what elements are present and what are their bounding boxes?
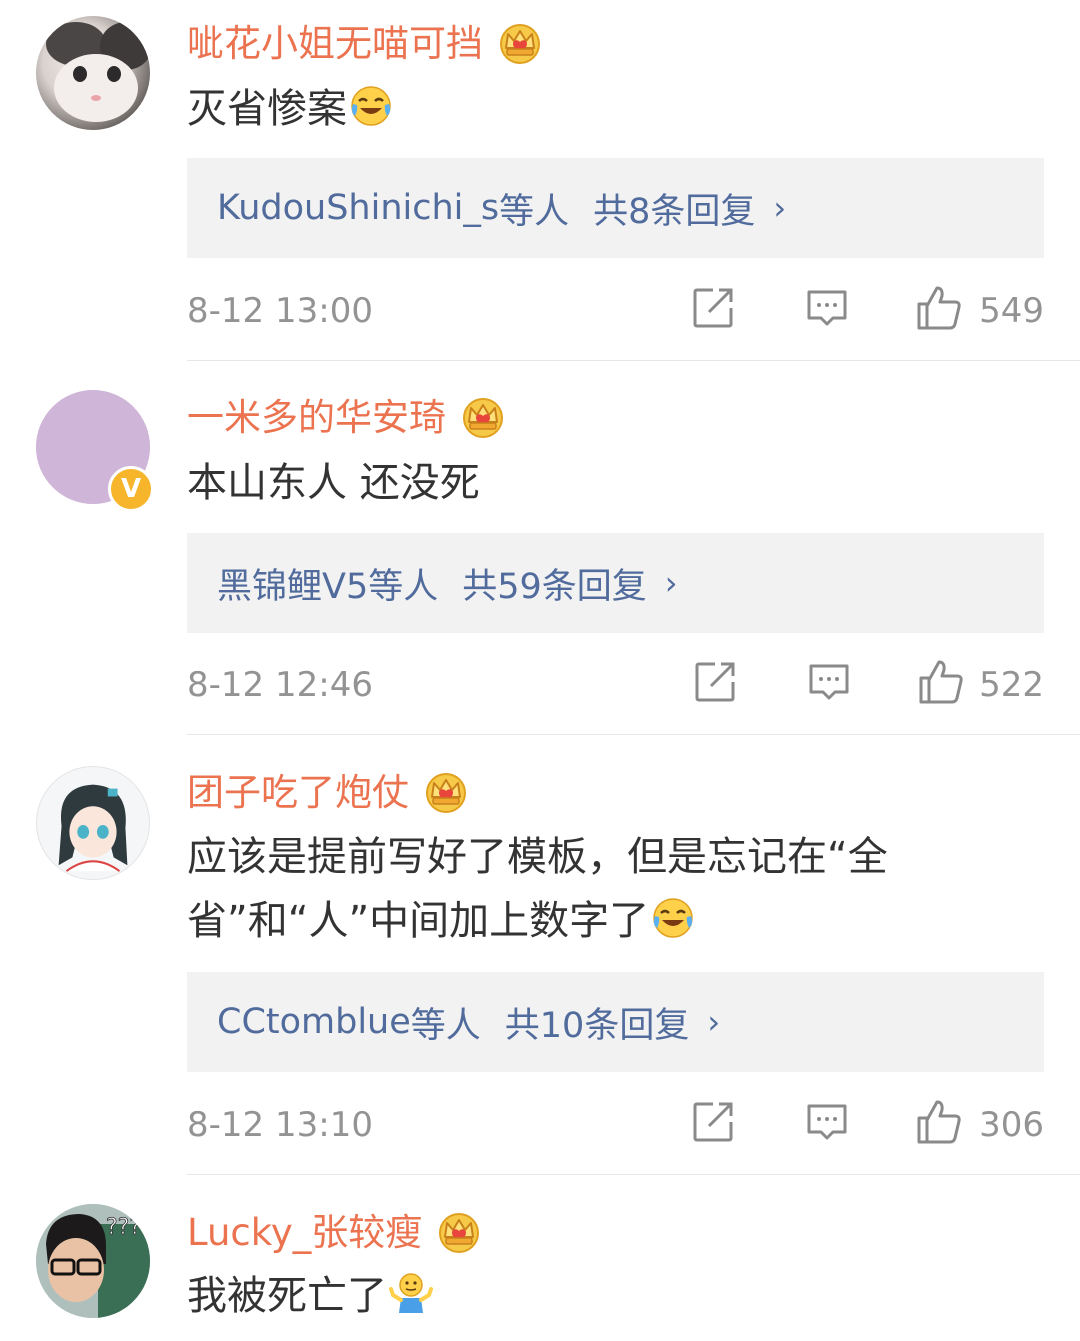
- username[interactable]: 呲花小姐无喵可挡: [187, 22, 543, 64]
- reply-count[interactable]: 共10条回复: [505, 997, 690, 1048]
- comment-text: 我被死亡了: [187, 1264, 1007, 1328]
- chevron-right-icon: ›: [773, 189, 787, 227]
- share-icon[interactable]: [693, 660, 737, 704]
- timestamp: 8-12 13:10: [187, 1105, 373, 1145]
- comment-text-content: 灭省惨案: [187, 86, 347, 132]
- share-icon[interactable]: [691, 1100, 735, 1144]
- like-count[interactable]: 522: [979, 660, 1044, 710]
- avatar[interactable]: [36, 16, 150, 130]
- crown-badge-icon: [436, 1211, 482, 1253]
- avatar[interactable]: ???: [36, 1204, 150, 1318]
- username[interactable]: 团子吃了炮仗: [187, 771, 469, 813]
- reply-users[interactable]: 黑锦鲤V5: [217, 558, 368, 609]
- comment-icon[interactable]: [807, 660, 851, 704]
- comment-text: 本山东人 还没死: [187, 451, 1007, 515]
- reply-count[interactable]: 共59条回复: [462, 558, 647, 609]
- crown-badge-icon: [423, 771, 469, 813]
- thumbs-up-icon[interactable]: [915, 284, 963, 332]
- shrug-emoji-icon: [389, 1271, 433, 1315]
- laugh-cry-emoji-icon: [651, 896, 695, 940]
- username-text[interactable]: Lucky_张较瘦: [187, 1214, 422, 1251]
- comment-text: 灭省惨案: [187, 77, 1007, 141]
- username-text[interactable]: 呲花小姐无喵可挡: [187, 25, 483, 62]
- timestamp: 8-12 12:46: [187, 665, 373, 705]
- svg-text:???: ???: [106, 1215, 141, 1240]
- like-count[interactable]: 549: [979, 286, 1044, 336]
- replies-summary[interactable]: KudouShinichi_s 等人 共8条回复 ›: [187, 158, 1044, 258]
- divider: [187, 734, 1080, 735]
- thumbs-up-icon[interactable]: [915, 1098, 963, 1146]
- comment-icon[interactable]: [805, 286, 849, 330]
- reply-users-suffix: 等人: [499, 191, 570, 232]
- username-text[interactable]: 团子吃了炮仗: [187, 774, 409, 811]
- replies-summary[interactable]: 黑锦鲤V5 等人 共59条回复 ›: [187, 533, 1044, 633]
- timestamp: 8-12 13:00: [187, 291, 373, 331]
- username-text[interactable]: 一米多的华安琦: [187, 399, 446, 436]
- comment-text-content: 本山东人 还没死: [187, 460, 480, 506]
- thumbs-up-icon[interactable]: [917, 658, 965, 706]
- comment-text: 应该是提前写好了模板，但是忘记在“全省”和“人”中间加上数字了: [187, 825, 977, 953]
- crown-badge-icon: [460, 396, 506, 438]
- comment-footer: 8-12 12:46 522: [187, 660, 1044, 710]
- share-icon[interactable]: [691, 286, 735, 330]
- comment-icon[interactable]: [805, 1100, 849, 1144]
- laugh-cry-emoji-icon: [349, 84, 393, 128]
- divider: [187, 360, 1080, 361]
- comment-footer: 8-12 13:00 549: [187, 286, 1044, 336]
- replies-summary[interactable]: CCtomblue 等人 共10条回复 ›: [187, 972, 1044, 1072]
- username[interactable]: Lucky_张较瘦: [187, 1211, 482, 1253]
- comment-text-content: 应该是提前写好了模板，但是忘记在“全省”和“人”中间加上数字了: [187, 834, 888, 944]
- reply-users[interactable]: KudouShinichi_s: [217, 188, 499, 228]
- comment-footer: 8-12 13:10 306: [187, 1100, 1044, 1150]
- reply-users[interactable]: CCtomblue: [217, 1002, 411, 1042]
- comment-text-content: 我被死亡了: [187, 1273, 387, 1319]
- reply-count[interactable]: 共8条回复: [593, 183, 755, 234]
- chevron-right-icon: ›: [664, 564, 678, 602]
- chevron-right-icon: ›: [707, 1003, 721, 1041]
- username[interactable]: 一米多的华安琦: [187, 396, 506, 438]
- avatar[interactable]: [36, 766, 150, 880]
- like-count[interactable]: 306: [979, 1100, 1044, 1150]
- verified-v-icon: V: [108, 466, 154, 512]
- crown-badge-icon: [497, 22, 543, 64]
- reply-users-suffix: 等人: [368, 566, 439, 607]
- reply-users-suffix: 等人: [410, 1005, 481, 1046]
- divider: [187, 1174, 1080, 1175]
